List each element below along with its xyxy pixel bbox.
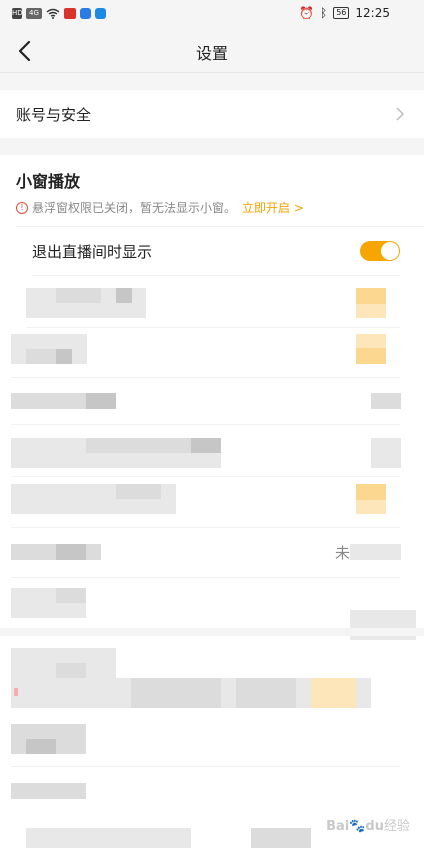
hd-icon: HD <box>12 8 23 19</box>
obscured-block <box>26 349 56 364</box>
obscured-block <box>356 348 386 364</box>
obscured-block <box>56 349 72 364</box>
obscured-block <box>26 828 191 848</box>
obscured-block <box>251 828 311 848</box>
alarm-icon: ⏰ <box>299 6 315 20</box>
wifi-icon <box>46 8 60 19</box>
divider <box>11 766 400 767</box>
obscured-block <box>86 393 116 409</box>
obscured-block <box>56 588 86 603</box>
obscured-block <box>356 304 386 318</box>
obscured-block <box>56 544 86 560</box>
divider <box>11 577 400 578</box>
bluetooth-icon: ᛒ <box>320 6 328 20</box>
obscured-block <box>191 438 221 453</box>
status-time: 12:25 <box>355 6 390 20</box>
app-notification-icon <box>95 8 106 19</box>
paw-icon: 🐾 <box>349 819 366 834</box>
chevron-right-icon <box>396 107 404 121</box>
section-title: 小窗播放 <box>16 172 81 191</box>
obscured-block <box>116 288 132 303</box>
app-notification-icon <box>80 8 91 19</box>
obscured-block <box>11 783 86 799</box>
obscured-block <box>356 288 386 304</box>
obscured-block <box>56 663 86 678</box>
signal-4g-icon: 4G <box>26 8 42 19</box>
notice-text: 悬浮窗权限已关闭，暂无法显示小窗。 <box>32 201 237 215</box>
divider <box>11 527 400 528</box>
obscured-block <box>356 500 386 514</box>
obscured-block <box>356 334 386 348</box>
obscured-block <box>311 678 356 708</box>
exit-live-show-toggle[interactable] <box>360 241 400 261</box>
status-bar: HD 4G ⏰ ᛒ 56 12:25 <box>0 0 424 30</box>
status-left-icons: HD 4G <box>12 8 106 19</box>
obscured-block <box>56 288 101 303</box>
account-security-row[interactable]: 账号与安全 <box>0 90 424 138</box>
obscured-block <box>350 544 401 560</box>
nav-bar: 设置 <box>0 30 424 73</box>
obscured-block <box>116 484 161 499</box>
warning-icon: ! <box>16 201 28 214</box>
account-security-label: 账号与安全 <box>16 106 92 124</box>
obscured-block <box>14 688 18 696</box>
obscured-block <box>356 484 386 500</box>
permission-notice: ! 悬浮窗权限已关闭，暂无法显示小窗。 立即开启 > <box>16 199 304 216</box>
obscured-block <box>371 393 401 409</box>
battery-indicator: 56 <box>333 7 350 19</box>
baidu-jingyan-watermark: Bai🐾du经验 <box>326 819 410 834</box>
app-notification-icon <box>64 8 76 19</box>
obscured-block <box>236 678 296 708</box>
obscured-block <box>371 438 401 468</box>
status-value-fragment: 未 <box>334 544 350 562</box>
obscured-block <box>26 739 56 754</box>
divider <box>11 424 400 425</box>
status-right: ⏰ ᛒ 56 12:25 <box>299 6 390 20</box>
section-gap <box>0 628 424 636</box>
divider <box>16 226 424 227</box>
enable-now-link[interactable]: 立即开启 > <box>242 199 304 216</box>
divider <box>32 275 400 276</box>
page-title: 设置 <box>195 44 228 63</box>
exit-live-show-row: 退出直播间时显示 <box>32 239 400 275</box>
divider <box>11 377 400 378</box>
obscured-block <box>131 678 221 708</box>
divider <box>26 327 400 328</box>
obscured-block <box>86 438 191 453</box>
divider <box>11 476 400 477</box>
toggle-knob <box>381 242 399 260</box>
toggle-label: 退出直播间时显示 <box>32 243 153 261</box>
